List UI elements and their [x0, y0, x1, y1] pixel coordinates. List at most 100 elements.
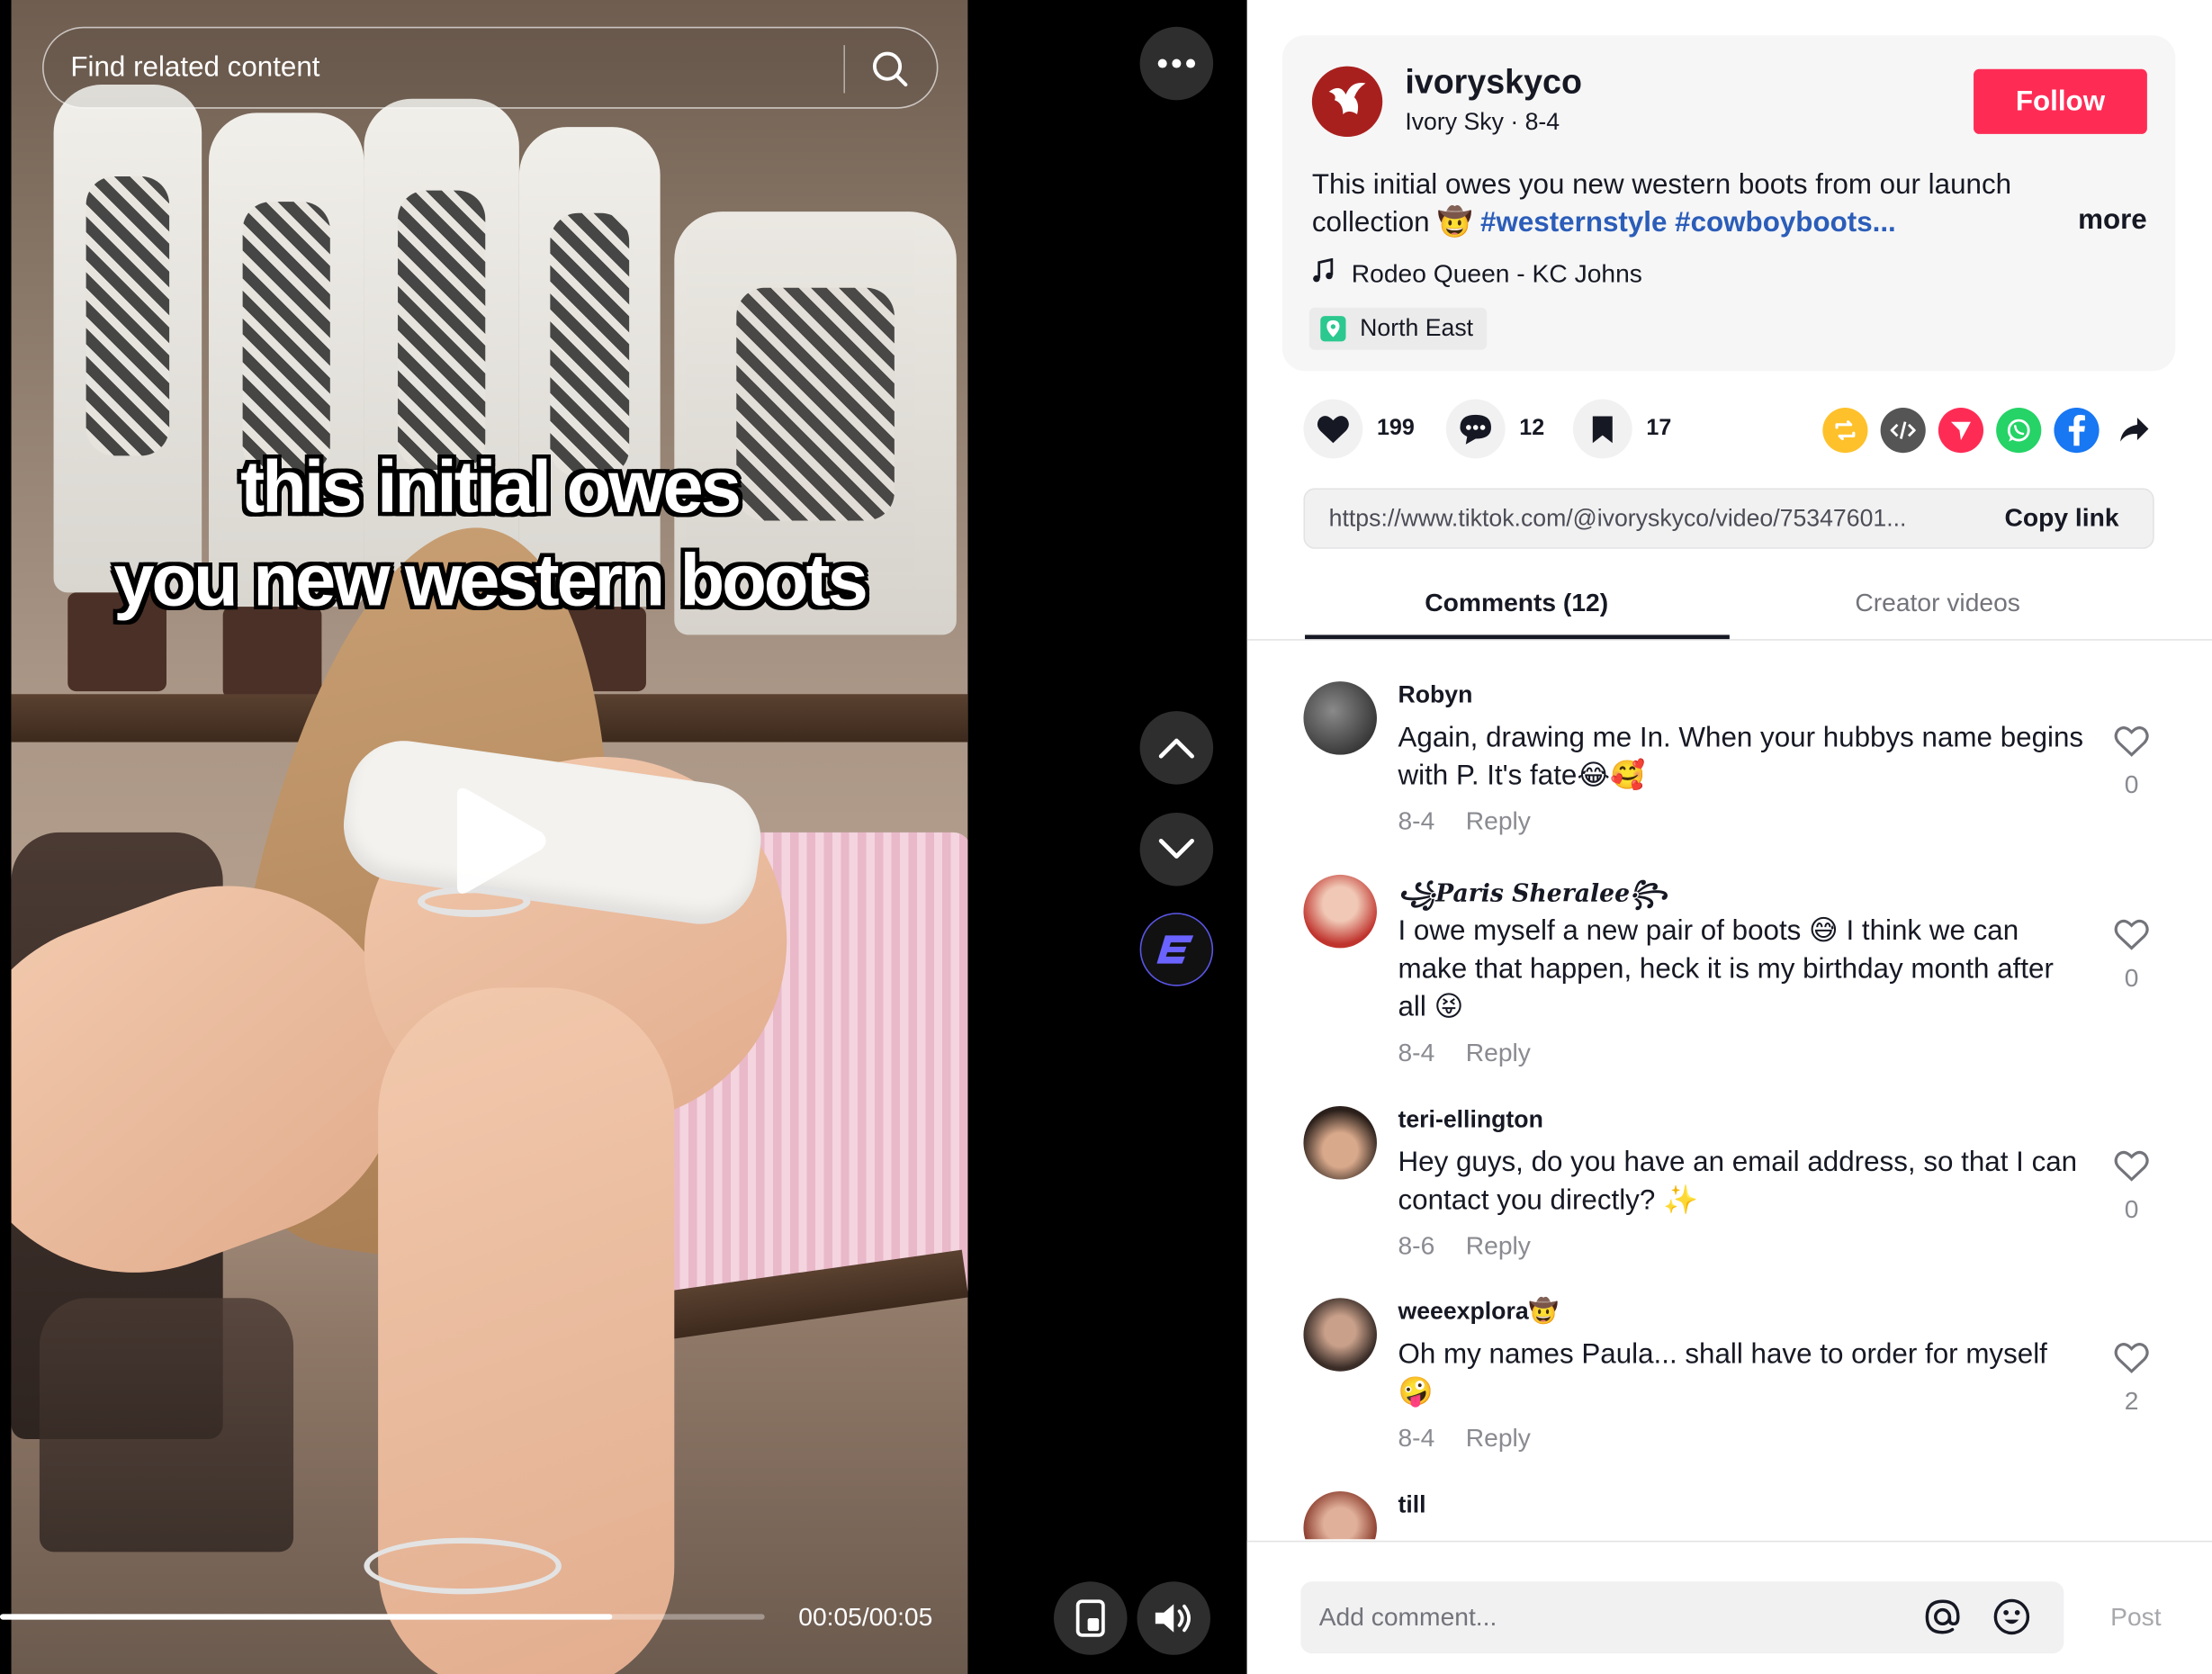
comment-input[interactable]: Add comment... [1300, 1581, 2064, 1654]
heart-outline-icon [2113, 726, 2150, 763]
comment-like-count: 0 [2124, 770, 2139, 799]
search-divider [843, 45, 845, 94]
embed-icon[interactable] [1880, 408, 1926, 454]
scene-boot [209, 112, 364, 608]
video-time: 00:05/00:05 [798, 1602, 933, 1632]
volume-button[interactable] [1137, 1581, 1211, 1655]
post-hashtags[interactable]: #westernstyle #cowboyboots... [1480, 207, 1896, 238]
comment-text: Again, drawing me In. When your hubbys n… [1398, 722, 2084, 792]
creator-subline: Ivory Sky · 8-4 [1405, 108, 1560, 136]
avatar[interactable] [1303, 1105, 1377, 1180]
extension-button[interactable] [1139, 913, 1214, 986]
video-caption-line2: you new western boots [113, 540, 868, 623]
comment-meta: 8-4 Reply [1398, 1039, 1530, 1068]
tab-comments[interactable]: Comments (12) [1425, 589, 1608, 618]
details-panel: ivoryskyco Ivory Sky · 8-4 Follow This i… [1246, 0, 2212, 1674]
scene-boot [518, 127, 661, 608]
comment-composer: Add comment... Post [1246, 1540, 2212, 1674]
scene-bracelet [364, 1537, 562, 1595]
post-info-card: ivoryskyco Ivory Sky · 8-4 Follow This i… [1281, 35, 2176, 372]
post-button[interactable]: Post [2110, 1603, 2161, 1633]
more-button[interactable]: more [2078, 204, 2147, 237]
heart-outline-icon [2113, 1150, 2150, 1188]
play-icon[interactable] [448, 785, 550, 897]
more-dots-icon [1156, 58, 1196, 69]
comment-like[interactable]: 0 [2113, 724, 2150, 800]
follow-button[interactable]: Follow [1974, 68, 2147, 134]
repost-icon[interactable] [1822, 408, 1868, 454]
comment-meta: 8-4 Reply [1398, 807, 1530, 837]
video-progress-bar[interactable] [0, 1614, 765, 1620]
like-action[interactable]: 199 [1303, 399, 1415, 459]
location-tag[interactable]: North East [1308, 307, 1488, 350]
heart-icon [1303, 399, 1363, 459]
comment-meta: 8-4 Reply [1398, 1424, 1530, 1454]
bookmark-icon [1572, 399, 1632, 459]
comment-author[interactable]: teri-ellington [1398, 1106, 1542, 1134]
comment-text: I owe myself a new pair of boots 😅 I thi… [1398, 915, 2054, 1023]
location-name: North East [1360, 314, 1474, 342]
more-options-button[interactable] [1139, 26, 1214, 101]
share-arrow-icon[interactable] [2112, 408, 2157, 453]
comment-author[interactable]: weeexplora🤠 [1398, 1298, 1558, 1326]
avatar[interactable] [1303, 1298, 1377, 1372]
previous-video-button[interactable] [1139, 711, 1214, 785]
post-description: This initial owes you new western boots … [1312, 166, 2074, 243]
comment-list[interactable]: Robyn Again, drawing me In. When your hu… [1247, 642, 2212, 1540]
comment-like[interactable]: 0 [2113, 917, 2150, 994]
comment-author[interactable]: Robyn [1398, 681, 1472, 709]
mini-player-icon [1074, 1598, 1108, 1638]
comment-date: 8-4 [1398, 1038, 1435, 1067]
eagle-logo-icon [1323, 74, 1371, 129]
chevron-down-icon [1158, 838, 1195, 860]
next-video-button[interactable] [1139, 812, 1214, 886]
music-link[interactable]: Rodeo Queen - KC Johns [1312, 257, 1642, 291]
search-bar[interactable]: Find related content [42, 26, 939, 109]
comment-like[interactable]: 2 [2113, 1340, 2150, 1417]
comment-item: till [1303, 1490, 2178, 1540]
reply-button[interactable]: Reply [1466, 807, 1531, 835]
creator-avatar[interactable] [1311, 66, 1383, 138]
heart-outline-icon [2113, 1343, 2150, 1380]
extension-e-icon [1156, 932, 1196, 967]
send-to-friends-icon[interactable] [1938, 408, 1984, 454]
tab-creator-videos[interactable]: Creator videos [1855, 589, 2020, 618]
reply-button[interactable]: Reply [1466, 1232, 1531, 1260]
comment-date: 8-4 [1398, 1423, 1435, 1453]
save-action[interactable]: 17 [1572, 399, 1671, 459]
video-progress-fill [0, 1614, 612, 1620]
volume-icon [1153, 1600, 1195, 1637]
comment-like[interactable]: 0 [2113, 1148, 2150, 1225]
tab-active-indicator [1305, 634, 1730, 640]
copy-link-button[interactable]: Copy link [2005, 504, 2119, 534]
emoji-icon[interactable] [1992, 1598, 2031, 1644]
search-icon[interactable] [870, 50, 910, 89]
avatar[interactable] [1303, 1490, 1377, 1540]
comment-text: Hey guys, do you have an email address, … [1398, 1147, 2078, 1217]
comment-action[interactable]: 12 [1445, 399, 1545, 459]
facebook-icon[interactable] [2054, 408, 2100, 454]
music-title: Rodeo Queen - KC Johns [1351, 259, 1642, 288]
search-input[interactable]: Find related content [70, 52, 319, 85]
reply-button[interactable]: Reply [1466, 1039, 1531, 1066]
comment-like-count: 0 [2124, 1194, 2139, 1224]
like-count: 199 [1376, 416, 1415, 441]
music-note-icon [1312, 257, 1335, 291]
comment-count: 12 [1519, 416, 1545, 441]
creator-username[interactable]: ivoryskyco [1405, 64, 1582, 104]
reply-button[interactable]: Reply [1466, 1424, 1531, 1452]
avatar[interactable] [1303, 874, 1377, 949]
panel-tabs: Comments (12) Creator videos [1246, 572, 2212, 641]
comment-date: 8-6 [1398, 1231, 1435, 1260]
video-caption-line1: this initial owes [240, 446, 742, 529]
share-link-box: https://www.tiktok.com/@ivoryskyco/video… [1303, 488, 2154, 549]
avatar[interactable] [1303, 681, 1377, 755]
comment-meta: 8-6 Reply [1398, 1232, 1530, 1262]
whatsapp-icon[interactable] [1996, 408, 2042, 454]
comment-input-placeholder: Add comment... [1318, 1602, 1497, 1632]
mini-player-button[interactable] [1053, 1581, 1128, 1655]
share-link-url[interactable]: https://www.tiktok.com/@ivoryskyco/video… [1329, 505, 1978, 533]
mention-icon[interactable] [1923, 1598, 1963, 1644]
comment-author[interactable]: till [1398, 1491, 1425, 1519]
heart-outline-icon [2113, 919, 2150, 957]
